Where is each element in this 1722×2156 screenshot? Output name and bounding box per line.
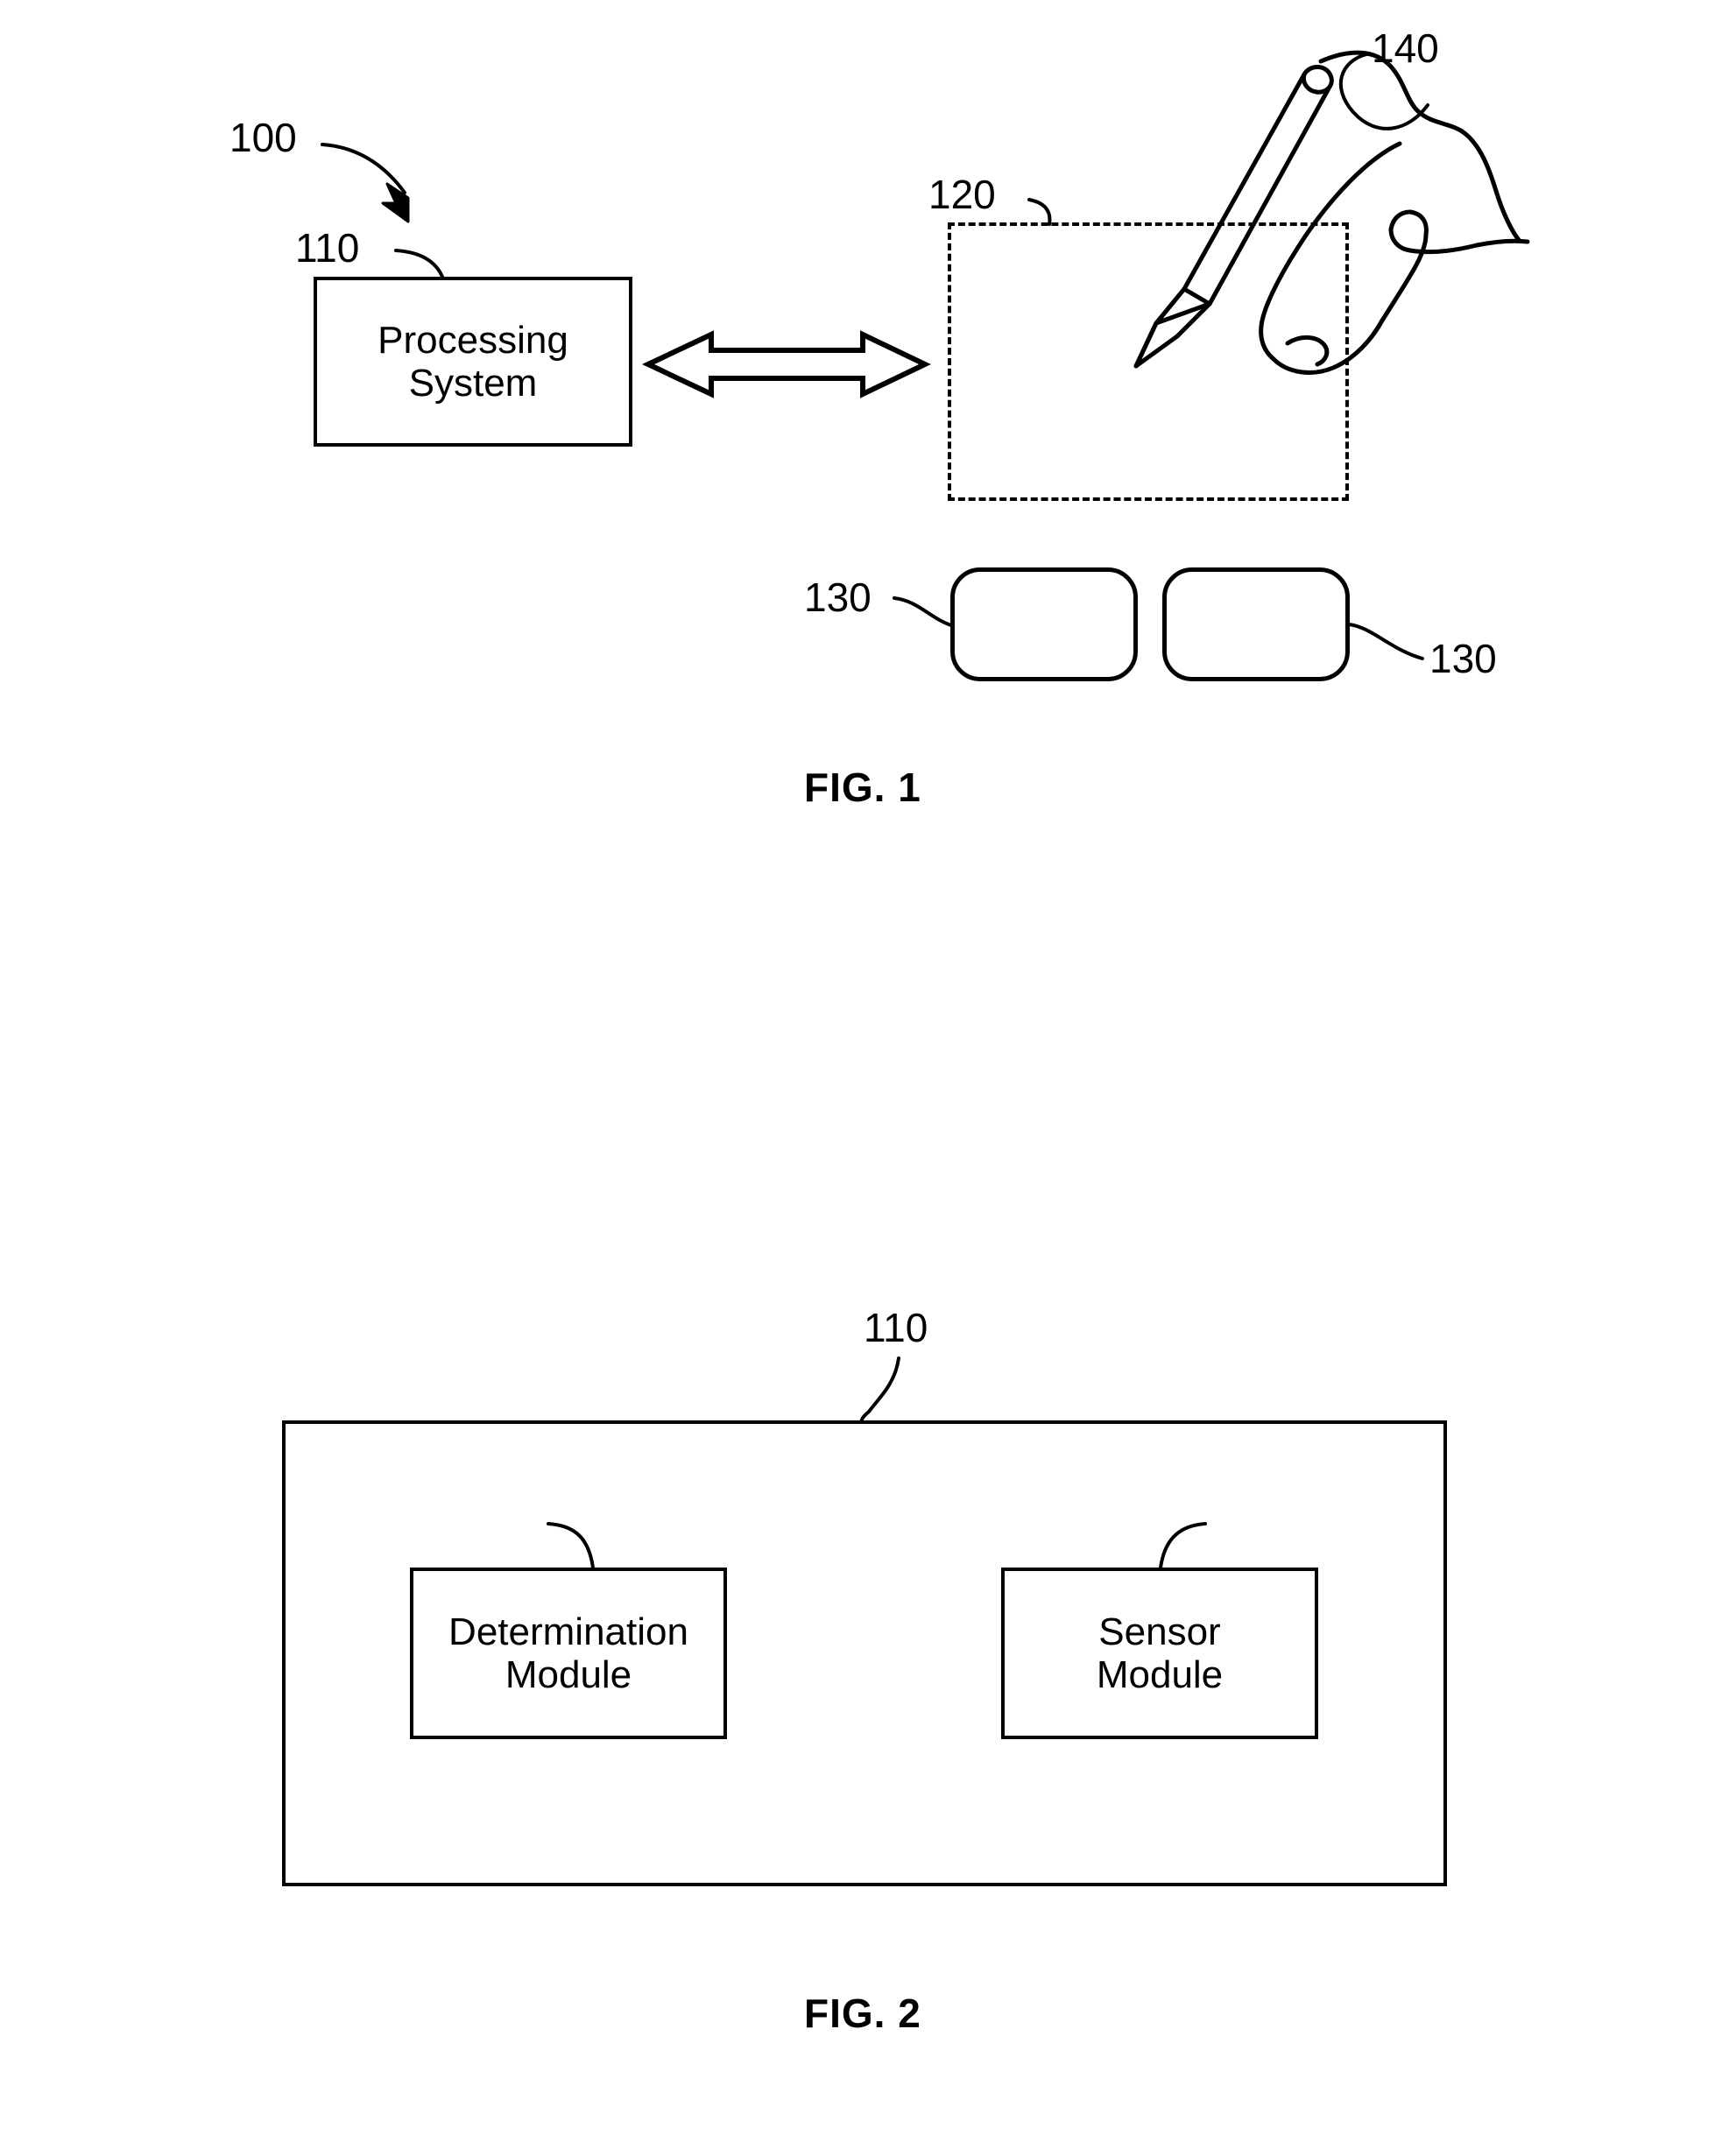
processing-system-block: Processing System [314, 277, 632, 447]
figure-2-caption: FIG. 2 [804, 1990, 921, 2036]
leader-line-110-fig2 [859, 1356, 900, 1424]
leader-line-130-right [1347, 623, 1424, 660]
patent-drawing-sheet: 100 110 120 140 130 130 Processing Syste… [0, 0, 1722, 2156]
processing-system-label: Processing System [378, 318, 568, 405]
leader-line-120 [1027, 198, 1052, 226]
leader-line-100 [321, 143, 410, 223]
reference-label-100: 100 [229, 115, 297, 160]
reference-label-110-fig2: 110 [864, 1305, 928, 1350]
leader-line-110 [394, 249, 444, 278]
sensor-module-block: Sensor Module [1001, 1568, 1318, 1739]
reference-label-120: 120 [928, 172, 996, 217]
reference-label-130-left: 130 [804, 574, 872, 620]
sensor-module-label: Sensor Module [1096, 1610, 1224, 1696]
button-130-right[interactable] [1162, 567, 1350, 681]
reference-label-140: 140 [1372, 25, 1439, 71]
determination-module-label: Determination Module [448, 1610, 688, 1696]
reference-label-130-right: 130 [1429, 636, 1497, 681]
button-130-left[interactable] [950, 567, 1138, 681]
sensing-region-120 [948, 222, 1349, 501]
leader-line-130-left [893, 596, 953, 627]
determination-module-block: Determination Module [410, 1568, 727, 1739]
bidirectional-arrow [641, 330, 931, 398]
reference-label-110: 110 [295, 225, 360, 271]
figure-1-caption: FIG. 1 [804, 764, 921, 810]
